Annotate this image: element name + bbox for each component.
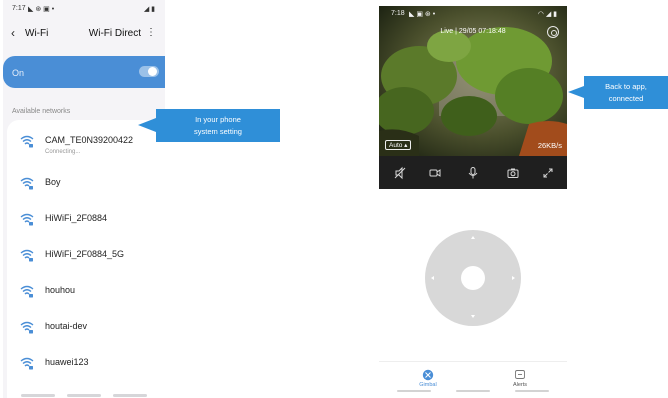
network-name: huawei123 <box>45 357 89 367</box>
tab-label: Alerts <box>512 382 528 388</box>
callout-text-line: In your phone <box>195 114 241 124</box>
tutorial-canvas: 7:17 ◣ ⊛ ▣ • ◢ ▮ ‹ Wi-Fi Wi-Fi Direct ⋮ … <box>0 0 668 398</box>
pan-left-arrow-icon[interactable] <box>431 276 434 280</box>
status-icons-right: ◢ ▮ <box>143 6 155 13</box>
wifi-toggle-bar[interactable]: On <box>3 56 165 88</box>
wifi-lock-icon <box>20 135 34 148</box>
status-icons-left: ◣ ▣ ⊛ • <box>409 11 436 18</box>
network-name: HiWiFi_2F0884_5G <box>45 249 125 259</box>
wifi-lock-icon <box>20 213 34 226</box>
wifi-lock-icon <box>20 249 34 262</box>
mute-icon[interactable] <box>393 166 407 180</box>
tab-gimbal[interactable]: Gimbal <box>408 366 448 392</box>
network-name: Boy <box>45 177 61 187</box>
callout-pointer <box>568 86 584 98</box>
callout-phone-setting: In your phone system setting <box>156 109 280 142</box>
wifi-direct-button[interactable]: Wi-Fi Direct <box>89 28 141 39</box>
callout-back-to-app: Back to app, connected <box>584 76 668 109</box>
back-arrow-icon[interactable]: ‹ <box>11 26 15 40</box>
network-item[interactable]: Boy <box>7 168 165 204</box>
phone-wifi-settings: 7:17 ◣ ⊛ ▣ • ◢ ▮ ‹ Wi-Fi Wi-Fi Direct ⋮ … <box>3 0 165 398</box>
wifi-lock-icon <box>20 321 34 334</box>
record-icon[interactable] <box>428 166 442 180</box>
video-controls-bar <box>379 156 567 189</box>
live-timestamp: Live | 29/05 07:18:48 <box>440 28 506 35</box>
bottom-tab-bar: Gimbal Alerts <box>379 361 567 398</box>
network-name: HiWiFi_2F0884 <box>45 213 108 223</box>
wifi-toggle-label: On <box>12 68 25 78</box>
quality-auto-button[interactable]: Auto ▴ <box>385 140 412 150</box>
callout-text-line: system setting <box>194 126 242 136</box>
snapshot-icon[interactable] <box>506 166 520 180</box>
status-bar: 7:17 ◣ ⊛ ▣ • ◢ ▮ <box>3 0 165 18</box>
network-name: houtai-dev <box>45 321 88 331</box>
alerts-icon <box>515 370 525 379</box>
available-networks-label: Available networks <box>12 108 71 115</box>
more-options-icon[interactable]: ⋮ <box>146 27 156 38</box>
phone-camera-app: 7:18 ◣ ▣ ⊛ • ◠ ◢ ▮ Live | 29/05 07:18:48… <box>379 6 567 398</box>
gimbal-center-button[interactable] <box>461 266 485 290</box>
callout-text-line: connected <box>608 93 644 103</box>
wifi-toggle-knob[interactable] <box>148 67 157 76</box>
network-status: Connecting... <box>45 149 81 155</box>
status-icons-left: ◣ ⊛ ▣ • <box>28 6 55 13</box>
network-item[interactable]: huawei123 <box>7 348 165 384</box>
gimbal-icon <box>422 369 434 381</box>
callout-pointer <box>138 118 156 132</box>
pan-up-arrow-icon[interactable] <box>471 236 475 239</box>
network-name: houhou <box>45 285 76 295</box>
tab-alerts[interactable]: Alerts <box>500 366 540 392</box>
tab-label: Gimbal <box>419 382 437 388</box>
network-list: CAM_TE0N39200422 Connecting... Boy HiWiF… <box>7 120 165 398</box>
nav-recent-button[interactable] <box>397 390 431 392</box>
network-item[interactable]: HiWiFi_2F0884 <box>7 204 165 240</box>
nav-home-button[interactable] <box>67 394 101 397</box>
page-title: Wi-Fi <box>25 28 49 39</box>
pan-right-arrow-icon[interactable] <box>512 276 515 280</box>
camera-settings-icon[interactable] <box>547 26 559 38</box>
status-time: 7:17 <box>12 5 26 12</box>
network-item[interactable]: houhou <box>7 276 165 312</box>
nav-recent-button[interactable] <box>21 394 55 397</box>
status-time: 7:18 <box>391 10 405 17</box>
wifi-header: ‹ Wi-Fi Wi-Fi Direct ⋮ <box>3 22 165 46</box>
network-item[interactable]: HiWiFi_2F0884_5G <box>7 240 165 276</box>
live-video-feed[interactable]: 7:18 ◣ ▣ ⊛ • ◠ ◢ ▮ Live | 29/05 07:18:48… <box>379 6 567 156</box>
network-item[interactable]: houtai-dev <box>7 312 165 348</box>
callout-text-line: Back to app, <box>605 81 647 91</box>
status-bar: 7:18 ◣ ▣ ⊛ • ◠ ◢ ▮ <box>379 6 567 20</box>
nav-home-button[interactable] <box>456 390 490 392</box>
pan-down-arrow-icon[interactable] <box>471 315 475 318</box>
wifi-lock-icon <box>20 177 34 190</box>
network-name: CAM_TE0N39200422 <box>45 135 134 145</box>
nav-back-button[interactable] <box>113 394 147 397</box>
fullscreen-icon[interactable] <box>541 166 555 180</box>
microphone-icon[interactable] <box>466 166 480 180</box>
status-icons-right: ◠ ◢ ▮ <box>537 11 557 18</box>
nav-back-button[interactable] <box>515 390 549 392</box>
wifi-lock-icon <box>20 357 34 370</box>
wifi-lock-icon <box>20 285 34 298</box>
data-rate: 26KB/s <box>537 141 562 150</box>
